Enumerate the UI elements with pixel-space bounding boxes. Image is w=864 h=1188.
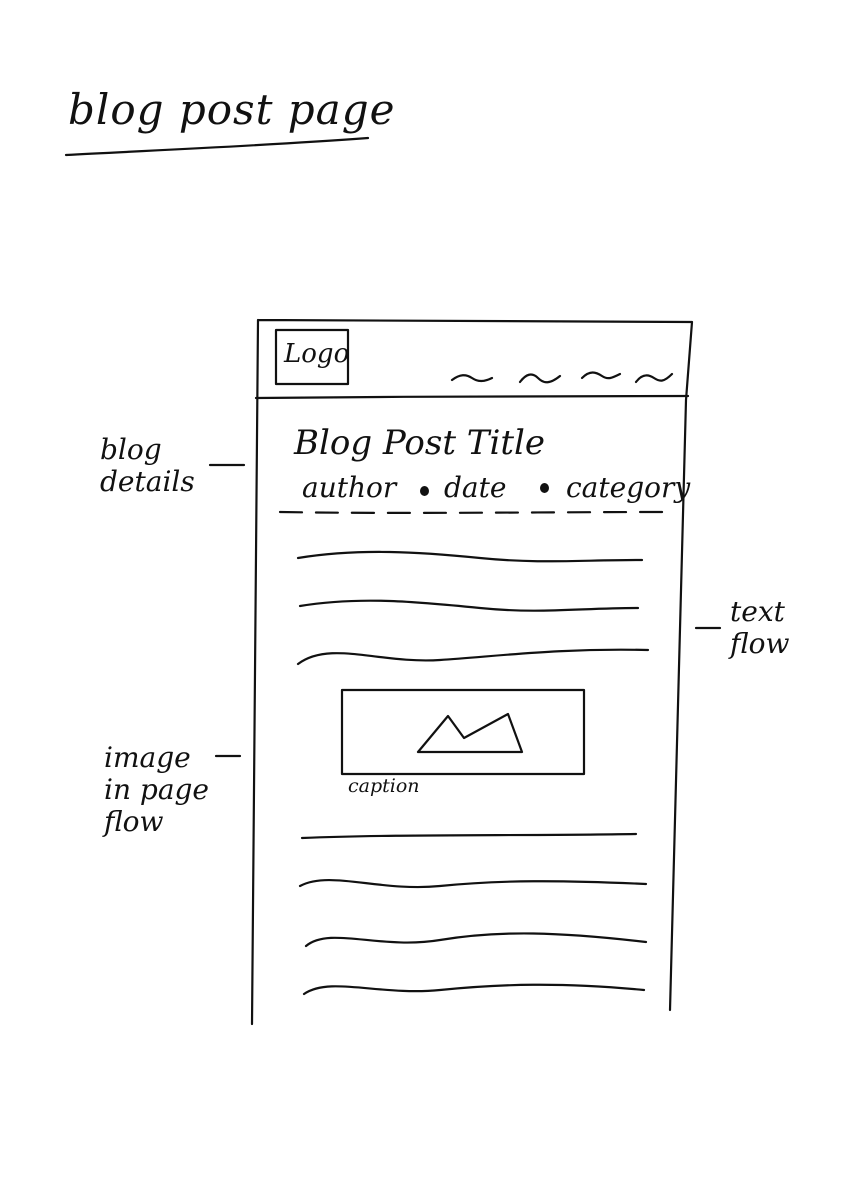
nav-item (634, 372, 674, 384)
annotation-image-in-page-flow: image in page flow (104, 741, 209, 839)
text-line (304, 932, 648, 948)
text-line (298, 879, 648, 889)
title-underline (64, 136, 370, 157)
text-line (302, 983, 646, 996)
sketch-strokes (64, 136, 722, 1026)
meta-separator-dot (420, 486, 429, 496)
text-line (296, 550, 644, 563)
text-line (300, 832, 638, 840)
meta-category: category (566, 471, 691, 504)
image-box (340, 688, 586, 776)
logo: Logo (284, 339, 350, 369)
header-divider (254, 394, 690, 400)
post-title: Blog Post Title (294, 423, 545, 463)
meta-date: date (444, 471, 507, 504)
mountain-image-icon (416, 712, 524, 754)
annotation-text-flow: text flow (730, 595, 790, 661)
annotation-blog-details: blog details (100, 433, 195, 499)
nav-item (518, 373, 562, 384)
nav-item (580, 371, 622, 380)
nav-item (450, 374, 494, 383)
page-title: blog post page (68, 85, 396, 134)
image-caption: caption (348, 775, 420, 797)
meta-separator-dot (540, 483, 549, 493)
meta-divider (278, 510, 672, 514)
meta-author: author (302, 471, 397, 504)
text-line (298, 599, 640, 612)
text-line (296, 648, 650, 666)
